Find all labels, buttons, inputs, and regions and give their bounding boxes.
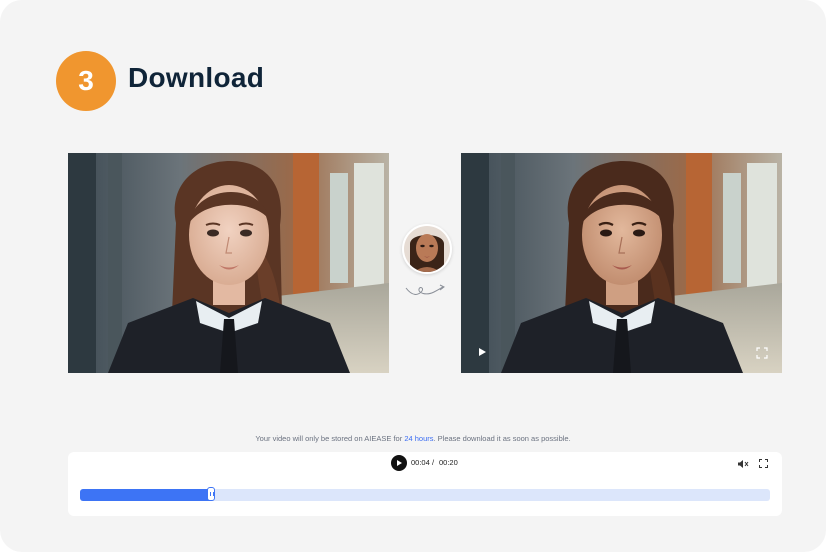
original-image (68, 153, 389, 373)
storage-notice: Your video will only be stored on AIEASE… (0, 434, 826, 443)
storage-notice-text-before: Your video will only be stored on AIEASE… (255, 434, 405, 443)
step-title: Download (128, 62, 265, 93)
storage-duration-highlight: 24 hours (404, 434, 434, 443)
step-number-badge: 3 (56, 51, 116, 111)
play-icon (397, 460, 402, 466)
video-fullscreen-icon[interactable] (756, 347, 768, 359)
progress-track[interactable] (80, 487, 770, 501)
fullscreen-icon[interactable] (759, 459, 768, 468)
mute-icon[interactable] (737, 459, 749, 469)
duration: 00:20 (439, 458, 458, 467)
current-time: 00:04 (411, 458, 430, 467)
progress-handle[interactable] (207, 487, 216, 501)
swirl-arrow-icon (405, 284, 445, 295)
download-step-card: 3 Download Your video will only be store… (0, 0, 826, 552)
time-separator: / (432, 458, 435, 467)
storage-notice-text-after: . Please download it as soon as possible… (433, 434, 571, 443)
progress-fill (80, 489, 212, 501)
play-button[interactable] (391, 455, 407, 471)
result-video[interactable] (461, 153, 782, 373)
video-player-controls: 00:04 / 00:20 (68, 452, 782, 516)
face-reference-thumbnail (402, 224, 452, 274)
video-play-icon[interactable] (475, 345, 489, 359)
